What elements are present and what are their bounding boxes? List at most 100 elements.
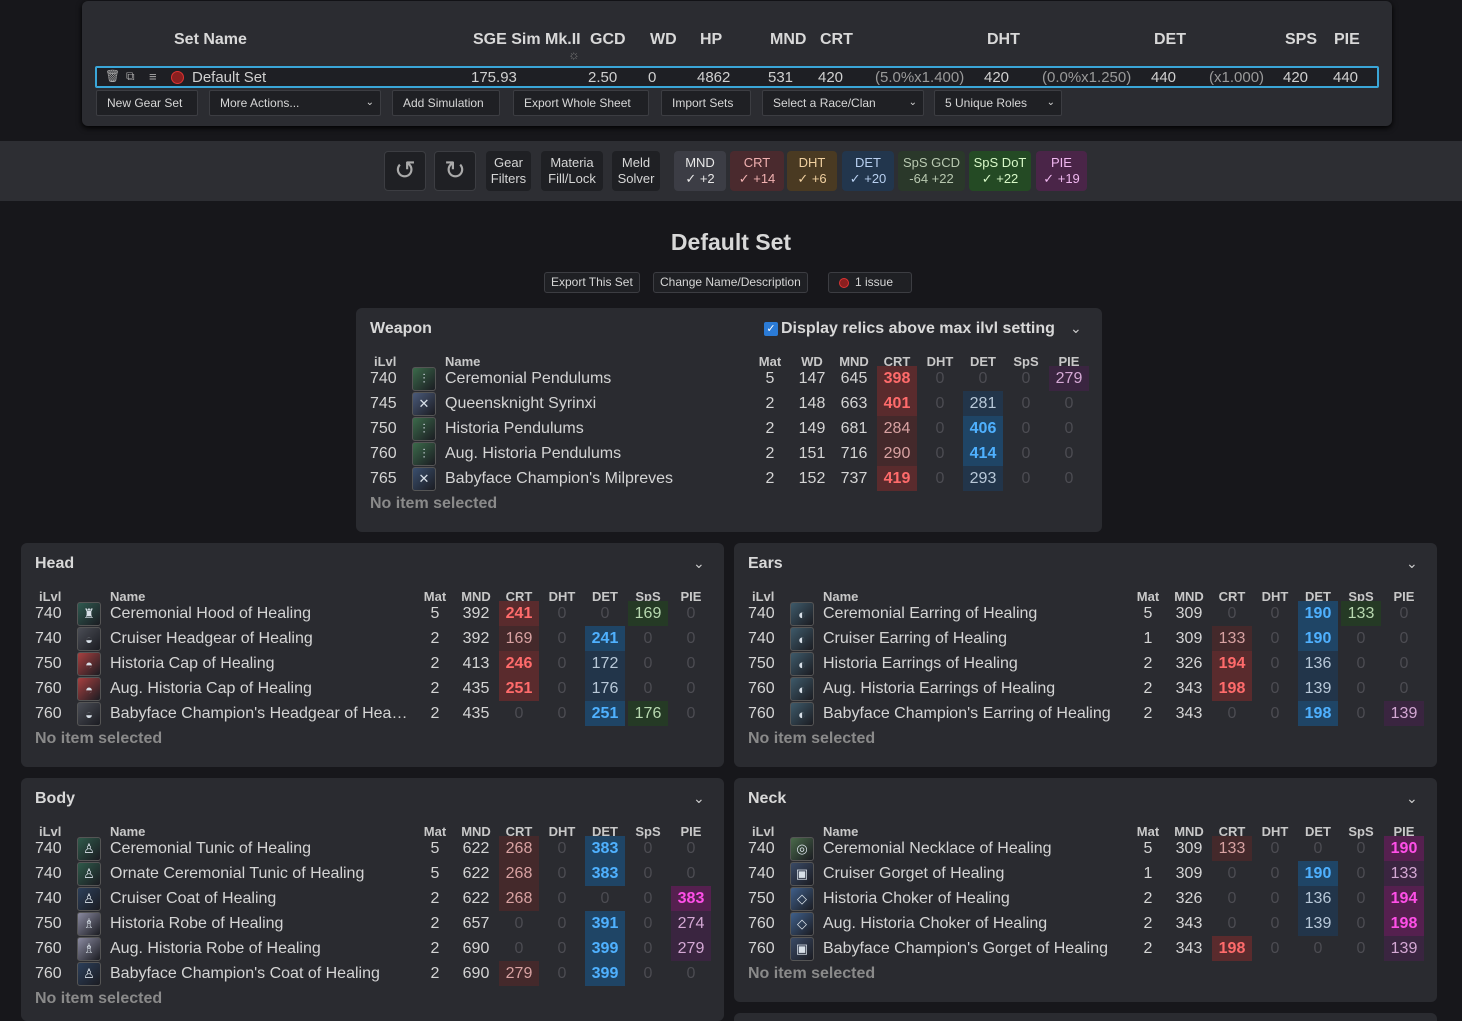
item-row[interactable]: 760 ◓ Aug. Historia Cap of Healing 2 435 251 0…	[21, 676, 724, 701]
item-row[interactable]: 740 ◐ Ceremonial Earring of Healing 5 309 0 0 1…	[734, 601, 1437, 626]
redo-icon[interactable]: ↻	[434, 151, 476, 191]
drag-handle-icon[interactable]: ≡	[149, 69, 157, 84]
item-row[interactable]: 760 ◇ Aug. Historia Choker of Healing 2 343 0…	[734, 911, 1437, 936]
set-dht-mult: (0.0%x1.250)	[1042, 69, 1132, 86]
set-crt-mult: (5.0%x1.400)	[875, 69, 965, 86]
head-panel: Head ⌄ iLvl Name Mat MND CRT DHT DET SpS PIE 740 ♜…	[21, 543, 724, 767]
item-sps: 0	[1356, 655, 1366, 672]
item-pie: 279	[671, 936, 711, 961]
item-row[interactable]: 750 ◓ Historia Cap of Healing 2 413 246 0 172 0 0	[21, 651, 724, 676]
item-ilvl: 760	[35, 680, 62, 697]
item-row[interactable]: 760 ⫶ Aug. Historia Pendulums 2 151 716 290 0 41…	[356, 441, 1102, 466]
delete-icon[interactable]: 🗑	[105, 69, 120, 83]
undo-icon[interactable]: ↺	[384, 151, 426, 191]
item-row[interactable]: 740 ◐ Cruiser Earring of Healing 1 309 133 0 19…	[734, 626, 1437, 651]
item-det: 383	[585, 861, 625, 886]
item-wd: 151	[798, 445, 826, 462]
item-row[interactable]: 750 ◐ Historia Earrings of Healing 2 326 194 0…	[734, 651, 1437, 676]
item-row[interactable]: 740 ◎ Ceremonial Necklace of Healing 5 309 13…	[734, 836, 1437, 861]
item-row[interactable]: 740 ♙ Ceremonial Tunic of Healing 5 622 268 0 3…	[21, 836, 724, 861]
substat-dht[interactable]: DHT ✓ +6	[787, 151, 837, 191]
item-pie: 0	[686, 630, 696, 647]
item-row[interactable]: 760 ▣ Babyface Champion's Gorget of Healin…	[734, 936, 1437, 961]
chevron-down-icon[interactable]: ⌄	[693, 790, 705, 807]
set-hp: 4862	[697, 69, 731, 86]
item-ilvl: 750	[370, 420, 397, 437]
item-ilvl: 740	[370, 370, 397, 387]
item-dht: 0	[1270, 865, 1280, 882]
item-row[interactable]: 750 ◇ Historia Choker of Healing 2 326 0 0 136 0…	[734, 886, 1437, 911]
unique-roles-select[interactable]: 5 Unique Roles ⌄	[934, 90, 1062, 116]
set-row-default[interactable]: 🗑 ⧉ ≡ Default Set 175.93 2.50 0 4862 531…	[95, 66, 1379, 88]
export-whole-sheet-button[interactable]: Export Whole Sheet	[513, 90, 649, 116]
coat-icon: ♙	[77, 962, 101, 986]
item-sps: 0	[643, 965, 653, 982]
item-row[interactable]: 740 ▣ Cruiser Gorget of Healing 1 309 0 0 190 0 1…	[734, 861, 1437, 886]
item-det: 391	[585, 911, 625, 936]
more-actions-select[interactable]: More Actions... ⌄	[209, 90, 381, 116]
earring-icon: ◐	[790, 652, 814, 676]
item-row[interactable]: 740 ♙ Cruiser Coat of Healing 2 622 268 0 0 0 383	[21, 886, 724, 911]
item-mnd: 309	[1175, 605, 1203, 622]
item-row[interactable]: 760 ♙ Babyface Champion's Coat of Healing 2…	[21, 961, 724, 986]
item-ilvl: 760	[35, 940, 62, 957]
chevron-down-icon[interactable]: ⌄	[1406, 555, 1418, 572]
meld-solver-button[interactable]: Meld Solver	[612, 151, 660, 191]
item-crt: 0	[1227, 865, 1237, 882]
change-name-button[interactable]: Change Name/Description	[653, 272, 808, 293]
chevron-down-icon[interactable]: ⌄	[1406, 790, 1418, 807]
materia-fill-lock-button[interactable]: Materia Fill/Lock	[541, 151, 603, 191]
item-row[interactable]: 760 ◐ Aug. Historia Earrings of Healing 2 34…	[734, 676, 1437, 701]
item-row[interactable]: 750 ♗ Historia Robe of Healing 2 657 0 0 391 0 27…	[21, 911, 724, 936]
add-simulation-button[interactable]: Add Simulation	[392, 90, 500, 116]
item-row[interactable]: 760 ◐ Babyface Champion's Earring of Heali…	[734, 701, 1437, 726]
col-dht: DHT	[987, 31, 1020, 48]
chevron-down-icon[interactable]: ⌄	[1070, 320, 1082, 337]
item-row[interactable]: 740 ♙ Ornate Ceremonial Tunic of Healing 5 6…	[21, 861, 724, 886]
no-item-selected: No item selected	[35, 730, 163, 747]
set-gcd: 2.50	[588, 69, 618, 86]
substat-sps-gcd[interactable]: SpS GCD -64 +22	[898, 151, 965, 191]
substat-crt[interactable]: CRT ✓ +14	[730, 151, 784, 191]
item-dht: 0	[557, 865, 567, 882]
duplicate-icon[interactable]: ⧉	[126, 69, 135, 84]
export-this-set-button[interactable]: Export This Set	[544, 272, 640, 293]
col-wd: WD	[650, 31, 677, 48]
sim-settings-icon[interactable]: ☼	[568, 47, 580, 62]
substat-mnd[interactable]: MND ✓ +2	[674, 151, 726, 191]
gear-filters-button[interactable]: Gear Filters	[486, 151, 531, 191]
item-ilvl: 760	[748, 705, 775, 722]
item-mat: 2	[430, 680, 440, 697]
item-pie: 0	[1064, 445, 1074, 462]
set-crt: 420	[818, 69, 844, 86]
race-clan-select[interactable]: Select a Race/Clan ⌄	[762, 90, 924, 116]
no-item-selected: No item selected	[370, 495, 498, 512]
item-pie: 190	[1384, 836, 1424, 861]
item-crt: 251	[499, 676, 539, 701]
item-pie: 0	[686, 865, 696, 882]
item-row[interactable]: 740 ♜ Ceremonial Hood of Healing 5 392 241 0 0 1…	[21, 601, 724, 626]
substat-pie[interactable]: PIE ✓ +19	[1036, 151, 1087, 191]
item-row[interactable]: 740 ⫶ Ceremonial Pendulums 5 147 645 398 0 0 0 279	[356, 366, 1102, 391]
item-mnd: 435	[462, 680, 490, 697]
chevron-down-icon[interactable]: ⌄	[693, 555, 705, 572]
new-gear-set-button[interactable]: New Gear Set	[96, 90, 198, 116]
item-det: 281	[963, 391, 1003, 416]
item-row[interactable]: 745 ✕ Queensknight Syrinxi 2 148 663 401 0 281 0 0	[356, 391, 1102, 416]
import-sets-button[interactable]: Import Sets	[661, 90, 751, 116]
item-row[interactable]: 760 ♗ Aug. Historia Robe of Healing 2 690 0 0 3…	[21, 936, 724, 961]
substat-sps-dot[interactable]: SpS DoT ✓ +22	[969, 151, 1031, 191]
issues-button[interactable]: 1 issue	[828, 272, 912, 293]
item-row[interactable]: 740 ◒ Cruiser Headgear of Healing 2 392 169 0 2…	[21, 626, 724, 651]
add-simulation-label: Add Simulation	[403, 96, 484, 110]
item-mnd: 343	[1175, 940, 1203, 957]
substat-det[interactable]: DET ✓ +20	[842, 151, 894, 191]
item-crt: 0	[1227, 605, 1237, 622]
item-row[interactable]: 765 ✕ Babyface Champion's Milpreves 2 152 737…	[356, 466, 1102, 491]
relic-checkbox[interactable]: ✓	[764, 322, 778, 336]
item-row[interactable]: 750 ⫶ Historia Pendulums 2 149 681 284 0 406 0 0	[356, 416, 1102, 441]
item-row[interactable]: 760 ◒ Babyface Champion's Headgear of Hea……	[21, 701, 724, 726]
col-set-name: Set Name	[174, 31, 247, 48]
item-dht: 0	[557, 605, 567, 622]
item-dht: 0	[557, 680, 567, 697]
